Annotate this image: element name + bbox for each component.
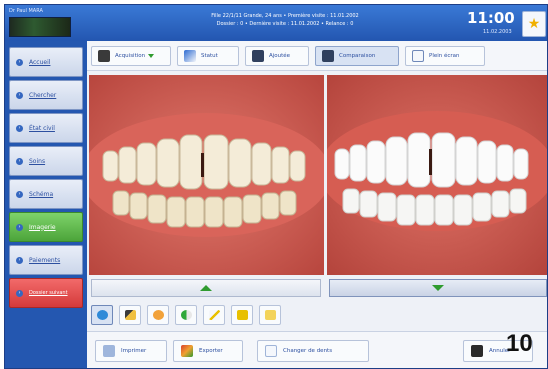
tooth-icon: ›: [16, 157, 23, 165]
patient-thumbnail[interactable]: [9, 17, 71, 37]
camera-icon: ›: [16, 223, 23, 231]
sidebar-item-etat-civil[interactable]: › État civil: [9, 113, 83, 143]
acquisition-button[interactable]: Acquisition: [91, 46, 171, 66]
page-number: 10: [506, 330, 533, 357]
sidebar-item-chercher[interactable]: › Chercher: [9, 80, 83, 110]
before-slider[interactable]: [91, 279, 321, 297]
header: Dr Paul MARA Fille 22/1/11 Grande, 24 an…: [5, 5, 547, 41]
patient-box: Dr Paul MARA: [7, 7, 73, 39]
wand-tool-button[interactable]: [203, 305, 225, 325]
chart-icon: ›: [16, 190, 23, 198]
comparaison-button[interactable]: Comparaison: [315, 46, 399, 66]
tooth-icon: [265, 345, 277, 357]
patient-info-line2: Dossier : 0 • Dernière visite : 11.01.20…: [216, 21, 354, 27]
rotate-tool-button[interactable]: [91, 305, 113, 325]
clock: 11:00: [467, 9, 515, 27]
monitor-icon: [252, 50, 264, 62]
mail-icon: [264, 310, 276, 320]
home-icon: ›: [16, 58, 23, 66]
pen-icon: [184, 50, 196, 62]
sidebar-item-label: Dossier suivant: [29, 290, 68, 296]
after-slider[interactable]: [329, 279, 547, 297]
image-tools-row: [91, 305, 281, 327]
imprimer-button[interactable]: Imprimer: [95, 340, 167, 362]
main-panel: Acquisition Statut Ajoutée Comparaison P…: [87, 41, 547, 368]
star-icon: ★: [527, 16, 541, 32]
acquisition-label: Acquisition: [115, 53, 146, 59]
arrow-down-icon: [432, 285, 444, 291]
teeth-photo-after: [327, 75, 547, 275]
printer-icon: [103, 345, 115, 357]
sidebar-item-dossier-suivant[interactable]: › Dossier suivant: [9, 278, 83, 308]
app-window: Dr Paul MARA Fille 22/1/11 Grande, 24 an…: [4, 4, 548, 369]
exporter-button[interactable]: Exporter: [173, 340, 243, 362]
fullscreen-icon: [412, 50, 424, 62]
exporter-label: Exporter: [199, 348, 223, 354]
camera-icon: [98, 50, 110, 62]
help-button[interactable]: ★: [522, 11, 546, 37]
photo-after[interactable]: [327, 75, 547, 275]
ajoutee-label: Ajoutée: [269, 53, 291, 59]
imprimer-label: Imprimer: [121, 348, 147, 354]
plein-ecran-label: Plein écran: [429, 53, 460, 59]
color-tool-button[interactable]: [147, 305, 169, 325]
note-tool-button[interactable]: [231, 305, 253, 325]
next-icon: ›: [16, 289, 23, 297]
sidebar-item-label: Schéma: [29, 190, 54, 198]
patient-info-line1: Fille 22/1/11 Grande, 24 ans • Première …: [211, 13, 359, 19]
sidebar-item-label: Imagerie: [29, 223, 56, 231]
wand-icon: [208, 310, 220, 320]
bottom-bar: Imprimer Exporter Changer de dents Annul…: [87, 331, 547, 368]
sidebar-item-imagerie[interactable]: › Imagerie: [9, 212, 83, 242]
sidebar-item-label: Accueil: [29, 58, 51, 66]
arrow-up-icon: [200, 285, 212, 291]
sidebar-item-paiements[interactable]: › Paiements: [9, 245, 83, 275]
sidebar-item-soins[interactable]: › Soins: [9, 146, 83, 176]
teeth-photo-before: [89, 75, 324, 275]
statut-label: Statut: [201, 53, 218, 59]
sidebar-item-label: Soins: [29, 157, 46, 165]
palette-icon: [152, 310, 164, 320]
sidebar-item-label: État civil: [29, 124, 55, 132]
user-icon: ›: [16, 124, 23, 132]
sidebar-item-label: Paiements: [29, 256, 61, 264]
photo-before[interactable]: [89, 75, 324, 275]
export-icon: [181, 345, 193, 357]
chevron-down-icon: [148, 54, 155, 58]
patient-name: Dr Paul MARA: [9, 8, 43, 14]
pencil-icon: [124, 310, 136, 320]
pencil-tool-button[interactable]: [119, 305, 141, 325]
contrast-icon: [180, 310, 192, 320]
ajoutee-button[interactable]: Ajoutée: [245, 46, 309, 66]
sidebar: › Accueil › Chercher › État civil › Soin…: [5, 41, 87, 368]
note-icon: [236, 310, 248, 320]
money-icon: ›: [16, 256, 23, 264]
changer-dents-label: Changer de dents: [283, 348, 333, 354]
sidebar-item-accueil[interactable]: › Accueil: [9, 47, 83, 77]
comparaison-label: Comparaison: [339, 53, 376, 59]
toolbar: Acquisition Statut Ajoutée Comparaison P…: [87, 41, 547, 71]
plein-ecran-button[interactable]: Plein écran: [405, 46, 485, 66]
changer-dents-button[interactable]: Changer de dents: [257, 340, 369, 362]
contrast-tool-button[interactable]: [175, 305, 197, 325]
sidebar-item-schema[interactable]: › Schéma: [9, 179, 83, 209]
rotate-icon: [96, 310, 108, 320]
search-icon: ›: [16, 91, 23, 99]
statut-button[interactable]: Statut: [177, 46, 239, 66]
sidebar-item-label: Chercher: [29, 91, 57, 99]
undo-icon: [471, 345, 483, 357]
mail-tool-button[interactable]: [259, 305, 281, 325]
patient-info: Fille 22/1/11 Grande, 24 ans • Première …: [145, 12, 425, 28]
compare-icon: [322, 50, 334, 62]
date: 11.02.2003: [483, 29, 512, 35]
